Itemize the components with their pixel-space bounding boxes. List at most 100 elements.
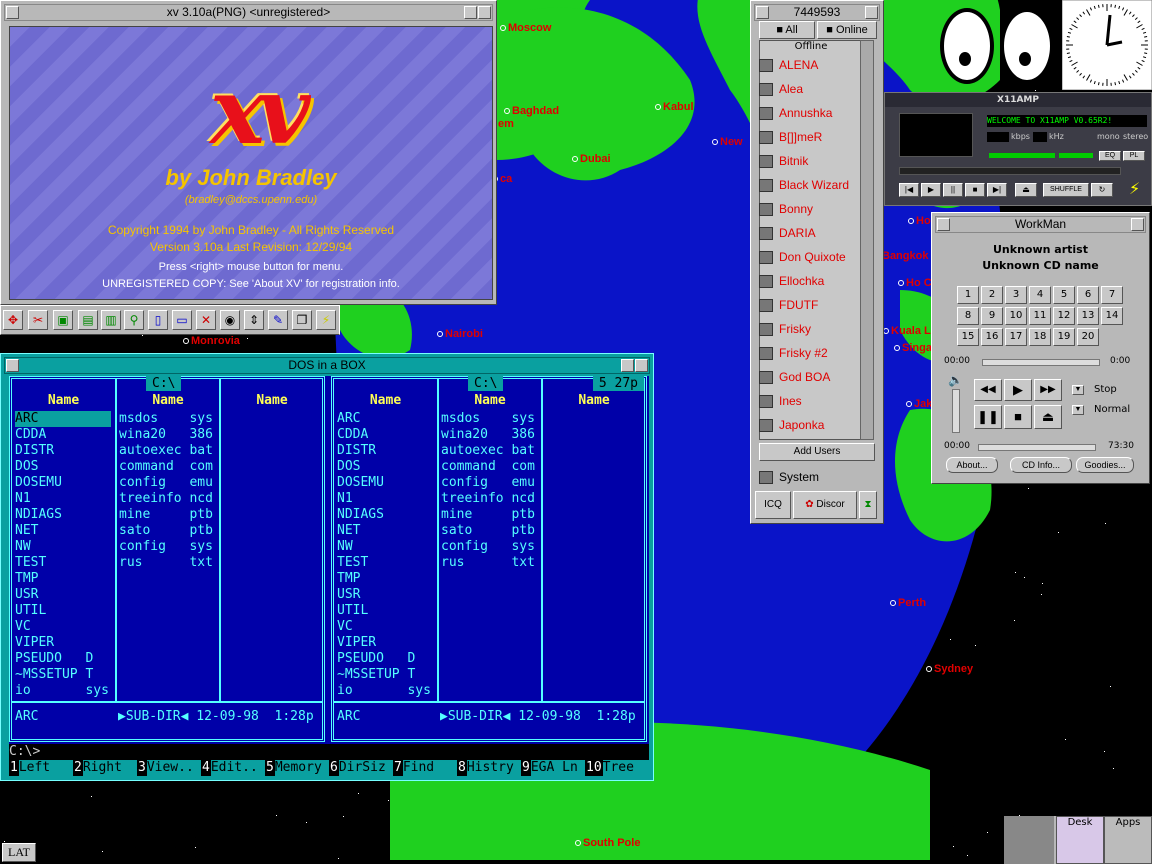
- track-button[interactable]: 19: [1053, 328, 1075, 346]
- list-item[interactable]: N1: [337, 491, 431, 507]
- line-icon[interactable]: ▭: [172, 310, 192, 330]
- list-item[interactable]: treeinfo ncd: [119, 491, 213, 507]
- list-item[interactable]: sato ptb: [119, 523, 213, 539]
- list-item[interactable]: USR: [337, 587, 431, 603]
- function-key-5[interactable]: 5 Memory: [265, 760, 329, 776]
- eject-button[interactable]: ⏏: [1034, 405, 1062, 429]
- function-key-1[interactable]: 1 Left: [9, 760, 73, 776]
- contact-item[interactable]: ALENA: [759, 54, 871, 76]
- list-item[interactable]: VC: [337, 619, 431, 635]
- list-item[interactable]: treeinfo ncd: [441, 491, 535, 507]
- list-item[interactable]: NET: [337, 523, 431, 539]
- next-button[interactable]: ▶▶: [1034, 379, 1062, 401]
- contact-item[interactable]: Don Quixote: [759, 246, 871, 268]
- function-key-10[interactable]: 10 Tree: [585, 760, 649, 776]
- dos-titlebar[interactable]: DOS in a BOX: [4, 357, 650, 374]
- list-item[interactable]: VIPER: [15, 635, 111, 651]
- contact-item[interactable]: DARIA: [759, 222, 871, 244]
- list-item[interactable]: command com: [119, 459, 213, 475]
- contact-item[interactable]: Frisky #2: [759, 342, 871, 364]
- list-item[interactable]: command com: [441, 459, 535, 475]
- maximize-button[interactable]: [478, 6, 491, 19]
- function-key-9[interactable]: 9 EGA Ln: [521, 760, 585, 776]
- list-item[interactable]: mine ptb: [441, 507, 535, 523]
- list-item[interactable]: mine ptb: [119, 507, 213, 523]
- left-panel[interactable]: C:\ Name Name Name ARC CDDA DISTR DOS DOSEMU…: [9, 376, 325, 742]
- list-item[interactable]: N1: [15, 491, 111, 507]
- mode-dropdown[interactable]: ▼: [1072, 385, 1084, 395]
- list-item[interactable]: NW: [15, 539, 111, 555]
- track-button[interactable]: 13: [1077, 307, 1099, 325]
- contact-item[interactable]: Ellochka: [759, 270, 871, 292]
- maximize-button[interactable]: [1131, 218, 1144, 231]
- list-item[interactable]: NET: [15, 523, 111, 539]
- lat-button[interactable]: LAT: [2, 843, 36, 862]
- list-item[interactable]: ~MSSETUP T: [15, 667, 111, 683]
- left-dir-list[interactable]: ARC CDDA DISTR DOS DOSEMU N1 NDIAGS NET NW TEST TM…: [15, 411, 111, 699]
- list-item[interactable]: config emu: [119, 475, 213, 491]
- seek-bar[interactable]: [899, 167, 1121, 175]
- maximize-button[interactable]: [865, 6, 878, 19]
- volume-slider[interactable]: [952, 389, 960, 433]
- updown-icon[interactable]: ⇕: [244, 310, 264, 330]
- track-button[interactable]: 9: [981, 307, 1003, 325]
- minimize-button[interactable]: [464, 6, 477, 19]
- prev-button[interactable]: |◀: [899, 183, 919, 197]
- right-panel[interactable]: C:\ 5 27p Name Name Name ARC CDDA DISTR DOS…: [331, 376, 647, 742]
- list-item[interactable]: DOS: [337, 459, 431, 475]
- list-item[interactable]: DOSEMU: [337, 475, 431, 491]
- function-key-6[interactable]: 6 DirSiz: [329, 760, 393, 776]
- track-button[interactable]: 5: [1053, 286, 1075, 304]
- crop-icon[interactable]: ✂: [28, 310, 48, 330]
- list-item[interactable]: ARC: [15, 411, 111, 427]
- list-item[interactable]: TEST: [15, 555, 111, 571]
- list-item[interactable]: TMP: [15, 571, 111, 587]
- track-button[interactable]: 1: [957, 286, 979, 304]
- stop-button[interactable]: ■: [965, 183, 985, 197]
- system-item[interactable]: System: [759, 466, 871, 488]
- window-menu-button[interactable]: [6, 359, 19, 372]
- icq-titlebar[interactable]: 7449593: [754, 4, 880, 21]
- rectangle-icon[interactable]: ▯: [148, 310, 168, 330]
- right-file-list[interactable]: msdos sys wina20 386 autoexec bat command c…: [441, 411, 535, 571]
- list-item[interactable]: DOSEMU: [15, 475, 111, 491]
- dos-window[interactable]: DOS in a BOX C:\ Name Name Name ARC CDDA D…: [0, 353, 654, 781]
- paste-icon[interactable]: ▤: [78, 310, 98, 330]
- list-item[interactable]: msdos sys: [441, 411, 535, 427]
- add-users-button[interactable]: Add Users: [759, 443, 875, 461]
- icq-window[interactable]: 7449593 ■ All ■ Online Offline Add Users…: [750, 0, 884, 524]
- list-item[interactable]: autoexec bat: [441, 443, 535, 459]
- repeat-button[interactable]: ↻: [1091, 183, 1113, 197]
- contact-item[interactable]: God BOA: [759, 366, 871, 388]
- list-item[interactable]: NW: [337, 539, 431, 555]
- list-item[interactable]: DISTR: [15, 443, 111, 459]
- workman-titlebar[interactable]: WorkMan: [935, 216, 1146, 233]
- window-menu-button[interactable]: [937, 218, 950, 231]
- desk-pane[interactable]: Desk: [1056, 816, 1104, 864]
- disc-slider[interactable]: [978, 444, 1096, 451]
- contact-item[interactable]: Annushka: [759, 102, 871, 124]
- pin-icon[interactable]: ⚲: [124, 310, 144, 330]
- windows-icon[interactable]: ❐: [292, 310, 312, 330]
- cd-info-button[interactable]: CD Info...: [1010, 457, 1072, 473]
- window-menu-button[interactable]: [756, 6, 769, 19]
- track-button[interactable]: 14: [1101, 307, 1123, 325]
- list-item[interactable]: io sys: [337, 683, 431, 699]
- track-slider[interactable]: [982, 359, 1100, 366]
- function-key-8[interactable]: 8 Histry: [457, 760, 521, 776]
- maximize-button[interactable]: [635, 359, 648, 372]
- track-button[interactable]: 3: [1005, 286, 1027, 304]
- eject-button[interactable]: ⏏: [1015, 183, 1037, 197]
- list-item[interactable]: UTIL: [337, 603, 431, 619]
- list-item[interactable]: rus txt: [119, 555, 213, 571]
- balance-slider[interactable]: [1059, 153, 1093, 158]
- list-item[interactable]: VC: [15, 619, 111, 635]
- track-button[interactable]: 7: [1101, 286, 1123, 304]
- list-item[interactable]: TMP: [337, 571, 431, 587]
- grab-icon[interactable]: ▣: [53, 310, 73, 330]
- track-button[interactable]: 15: [957, 328, 979, 346]
- list-item[interactable]: PSEUDO D: [15, 651, 111, 667]
- pause-button[interactable]: ||: [943, 183, 963, 197]
- list-item[interactable]: VIPER: [337, 635, 431, 651]
- goodies-button[interactable]: Goodies...: [1076, 457, 1134, 473]
